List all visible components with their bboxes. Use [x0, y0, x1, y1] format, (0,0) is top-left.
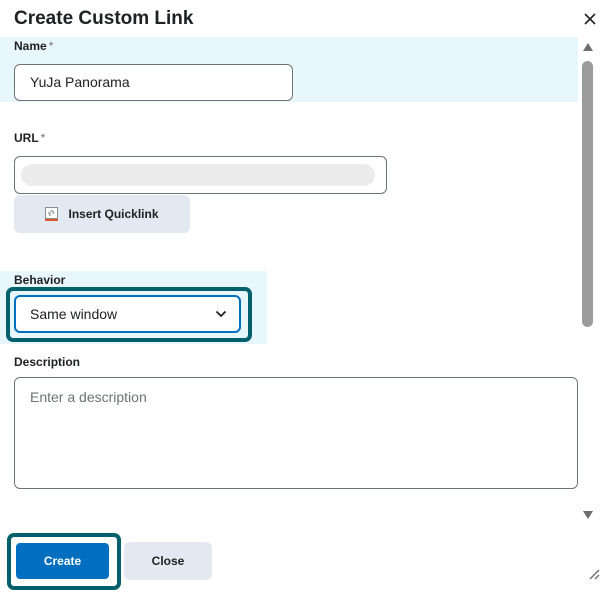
url-input[interactable]: [14, 156, 387, 194]
scrollbar[interactable]: [580, 37, 596, 527]
required-mark: *: [48, 39, 54, 53]
close-button[interactable]: Close: [124, 542, 212, 580]
scroll-down-button[interactable]: [582, 509, 594, 521]
triangle-up-icon: [583, 43, 593, 51]
chevron-down-icon: [215, 310, 227, 318]
name-label: Name *: [14, 39, 54, 53]
insert-quicklink-button[interactable]: Insert Quicklink: [14, 195, 190, 233]
description-input[interactable]: Enter a description: [14, 377, 578, 489]
dialog-body: Name * YuJa Panorama URL * Insert Quicklin…: [0, 37, 580, 527]
resize-grip-icon[interactable]: [586, 566, 600, 580]
url-value-redacted: [21, 164, 375, 186]
description-label: Description: [14, 355, 81, 369]
required-mark: *: [40, 131, 46, 145]
triangle-down-icon: [583, 511, 593, 519]
insert-quicklink-label: Insert Quicklink: [68, 207, 159, 221]
close-icon: [584, 13, 596, 25]
dialog-title: Create Custom Link: [14, 8, 194, 29]
behavior-label: Behavior: [14, 273, 66, 287]
scroll-up-button[interactable]: [582, 41, 594, 53]
create-button[interactable]: Create: [14, 541, 111, 581]
behavior-select[interactable]: Same window: [14, 295, 241, 333]
quicklink-icon: [45, 207, 59, 221]
scrollbar-thumb[interactable]: [582, 61, 593, 327]
behavior-selected-value: Same window: [30, 306, 118, 322]
name-input-value: YuJa Panorama: [30, 74, 130, 90]
close-dialog-button[interactable]: [580, 9, 600, 29]
url-label: URL *: [14, 131, 46, 145]
description-placeholder: Enter a description: [30, 389, 147, 405]
name-input[interactable]: YuJa Panorama: [14, 64, 293, 101]
